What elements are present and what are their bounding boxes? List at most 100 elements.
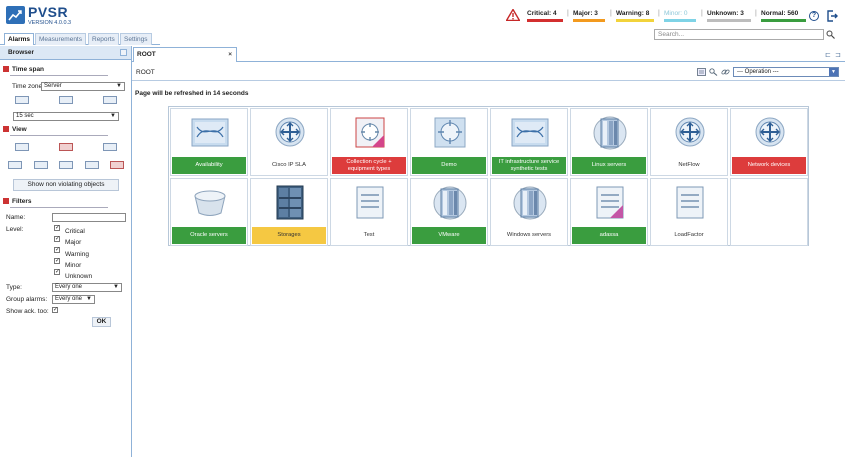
search-input[interactable]: Search...	[654, 29, 824, 40]
object-tile[interactable]: Availability	[170, 108, 248, 176]
view-icon-6[interactable]	[59, 161, 73, 169]
tab-list-icon[interactable]: ⊏	[825, 51, 831, 59]
object-tile-label: Test	[332, 227, 406, 244]
alarm-summary: Critical: 4 | Major: 3 | Warning: 8 | Mi…	[506, 8, 822, 24]
object-tile-label: Availability	[172, 157, 246, 174]
tools-icon[interactable]	[709, 68, 718, 76]
object-tile[interactable]: Cisco IP SLA	[250, 108, 328, 176]
logout-icon[interactable]	[826, 10, 838, 22]
minor-label: Minor: 0	[664, 10, 688, 17]
folder-alert-icon	[349, 115, 391, 150]
minor-count[interactable]: Minor: 0	[664, 10, 696, 22]
object-tile-label: Oracle servers	[172, 227, 246, 244]
export-icon[interactable]	[697, 68, 706, 76]
show-ack-label: Show ack. too:	[6, 308, 49, 315]
view-title: View	[12, 126, 27, 133]
minor-bar	[664, 19, 696, 22]
network-map-icon	[509, 115, 551, 150]
unknown-bar	[707, 19, 751, 22]
view-list-icon[interactable]	[103, 143, 117, 151]
tab-scroll-icon[interactable]: ⊐	[835, 51, 841, 59]
tab-settings[interactable]: Settings	[120, 33, 152, 45]
refresh-interval-select[interactable]: 15 sec ▼	[13, 112, 119, 121]
timezone-select[interactable]: Server ▼	[41, 82, 125, 91]
object-tile[interactable]: Windows servers	[490, 178, 568, 246]
object-tile-label: IT infrastructure service synthetic test…	[492, 157, 566, 174]
separator: |	[610, 10, 612, 17]
separator: |	[755, 10, 757, 17]
time-view-icon-3[interactable]	[103, 96, 117, 104]
object-tile[interactable]: Storages	[250, 178, 328, 246]
unknown-count[interactable]: Unknown: 3	[707, 10, 751, 22]
close-icon[interactable]: ×	[228, 48, 232, 62]
object-tile[interactable]: adassa	[570, 178, 648, 246]
search-icon[interactable]	[826, 30, 835, 39]
type-select[interactable]: Every one ▼	[52, 283, 122, 292]
level-major-checkbox[interactable]: ✓	[54, 236, 60, 242]
chevron-down-icon: ▼	[113, 284, 119, 290]
breadcrumb-bar: ROOT --- Operation --- ▼	[132, 63, 845, 81]
operation-select[interactable]: --- Operation --- ▼	[733, 67, 839, 77]
breadcrumb[interactable]: ROOT	[136, 69, 155, 76]
type-label: Type:	[6, 284, 22, 291]
group-alarms-select[interactable]: Every one ▼	[52, 295, 95, 304]
major-count[interactable]: Major: 3	[573, 10, 605, 22]
view-header[interactable]: View	[3, 126, 27, 133]
warning-count[interactable]: Warning: 8	[616, 10, 654, 22]
normal-bar	[761, 19, 806, 22]
time-span-header[interactable]: Time span	[3, 66, 44, 73]
show-ack-checkbox[interactable]: ✓	[52, 307, 58, 313]
ok-button[interactable]: OK	[92, 317, 111, 327]
filters-header[interactable]: Filters	[3, 198, 32, 205]
empty-tile	[730, 178, 808, 246]
view-grid-icon[interactable]	[15, 143, 29, 151]
view-icon-7[interactable]	[85, 161, 99, 169]
critical-count[interactable]: Critical: 4	[527, 10, 563, 22]
object-tile[interactable]: NetFlow	[650, 108, 728, 176]
level-warning-checkbox[interactable]: ✓	[54, 247, 60, 253]
timezone-label: Time zone:	[12, 83, 44, 90]
type-value: Every one	[55, 284, 83, 290]
object-tile[interactable]: LoadFactor	[650, 178, 728, 246]
group-alarms-value: Every one	[55, 296, 83, 302]
view-icon-4[interactable]	[8, 161, 22, 169]
level-major-label: Major	[65, 239, 82, 246]
name-filter-input[interactable]	[52, 213, 126, 222]
show-non-violating-button[interactable]: Show non violating objects	[13, 179, 119, 191]
link-icon[interactable]	[721, 68, 730, 76]
main-tab-bar: ROOT × ⊏ ⊐	[132, 47, 845, 62]
collapse-icon[interactable]	[120, 49, 127, 56]
tab-reports[interactable]: Reports	[88, 33, 119, 45]
level-critical-checkbox[interactable]: ✓	[54, 225, 60, 231]
help-icon[interactable]: ?	[809, 11, 819, 21]
object-tile[interactable]: Demo	[410, 108, 488, 176]
level-unknown-checkbox[interactable]: ✓	[54, 269, 60, 275]
object-tile[interactable]: Test	[330, 178, 408, 246]
level-minor-checkbox[interactable]: ✓	[54, 258, 60, 264]
object-tile[interactable]: Oracle servers	[170, 178, 248, 246]
critical-bar	[527, 19, 563, 22]
left-tabs: Alarms Measurements Reports Settings	[0, 33, 160, 45]
browser-header: Browser	[0, 46, 131, 60]
tab-measurements[interactable]: Measurements	[35, 33, 86, 45]
tab-root[interactable]: ROOT ×	[133, 47, 237, 62]
object-tile[interactable]: Linux servers	[570, 108, 648, 176]
object-tile[interactable]: Network devices	[730, 108, 808, 176]
separator: |	[658, 10, 660, 17]
view-icon-8[interactable]	[110, 161, 124, 169]
view-alarm-grid-icon[interactable]	[59, 143, 73, 151]
filters-title: Filters	[12, 198, 32, 205]
object-tile-label: Collection cycle + equipment types	[332, 157, 406, 174]
object-tile-label: adassa	[572, 227, 646, 244]
time-view-icon-2[interactable]	[59, 96, 73, 104]
time-view-icon-1[interactable]	[15, 96, 29, 104]
normal-count[interactable]: Normal: 560	[761, 10, 806, 22]
top-bar: PVSR VERSION 4.0.0.3 Critical: 4 | Major…	[0, 0, 845, 31]
object-tile[interactable]: VMware	[410, 178, 488, 246]
view-icon-5[interactable]	[34, 161, 48, 169]
router-icon	[749, 115, 791, 150]
object-tile[interactable]: IT infrastructure service synthetic test…	[490, 108, 568, 176]
object-tile[interactable]: Collection cycle + equipment types	[330, 108, 408, 176]
tab-alarms[interactable]: Alarms	[4, 33, 35, 45]
server-icon	[589, 115, 631, 150]
